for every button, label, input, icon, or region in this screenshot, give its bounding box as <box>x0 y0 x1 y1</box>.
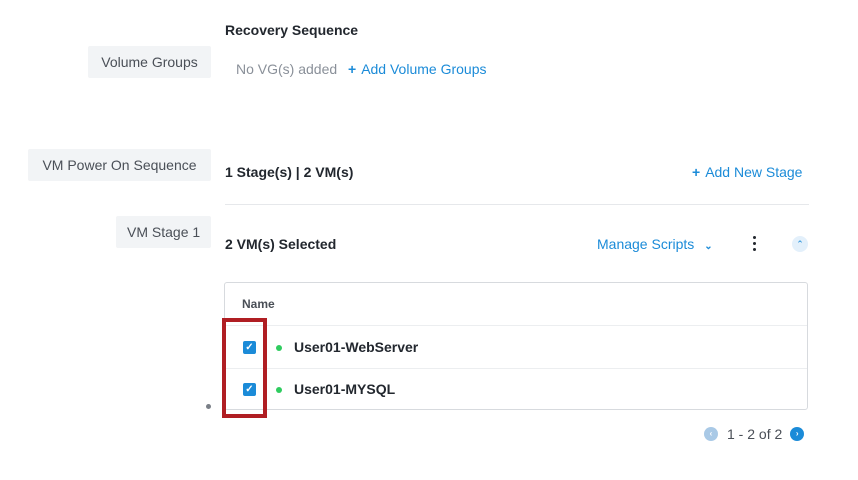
section-divider <box>225 204 809 205</box>
next-page-icon[interactable]: › <box>790 427 805 441</box>
status-dot-icon <box>276 387 282 393</box>
status-dot-icon <box>276 345 282 351</box>
add-new-stage-label: Add New Stage <box>705 164 803 180</box>
vm-name: User01-WebServer <box>294 339 419 355</box>
previous-page-icon[interactable]: ‹ <box>704 427 718 441</box>
row-divider <box>225 325 807 326</box>
pagination-range: 1 - 2 of 2 <box>727 426 783 442</box>
pagination: ‹ 1 - 2 of 2 › <box>704 425 805 443</box>
vm-name: User01-MYSQL <box>294 381 396 397</box>
highlight-box <box>222 318 267 418</box>
manage-scripts-dropdown[interactable]: Manage Scripts ⌄ <box>597 236 713 252</box>
manage-scripts-label: Manage Scripts <box>597 236 695 252</box>
add-volume-groups-link[interactable]: + Add Volume Groups <box>348 61 486 77</box>
recovery-sequence-title: Recovery Sequence <box>225 22 359 38</box>
table-row: ✓ User01-MYSQL <box>225 369 807 411</box>
vm-stage-1-label: VM Stage 1 <box>116 216 211 248</box>
table-row: ✓ User01-WebServer <box>225 327 807 369</box>
vms-selected-text: 2 VM(s) Selected <box>225 236 337 252</box>
more-vertical-icon[interactable] <box>747 233 761 253</box>
vm-table: Name ✓ User01-WebServer ✓ User01-MYSQL <box>224 282 808 410</box>
plus-icon: + <box>692 164 701 180</box>
add-volume-groups-label: Add Volume Groups <box>361 61 487 77</box>
chevron-up-icon[interactable]: ⌃ <box>792 236 808 252</box>
table-header-name: Name <box>242 297 275 311</box>
add-new-stage-link[interactable]: + Add New Stage <box>692 164 802 180</box>
drag-handle-dot <box>206 404 211 409</box>
no-vg-text: No VG(s) added <box>236 61 338 77</box>
volume-groups-label: Volume Groups <box>88 46 211 78</box>
plus-icon: + <box>348 61 357 77</box>
chevron-down-icon: ⌄ <box>704 241 713 252</box>
vm-power-on-sequence-label: VM Power On Sequence <box>28 149 211 181</box>
stage-vm-summary: 1 Stage(s) | 2 VM(s) <box>225 164 354 180</box>
